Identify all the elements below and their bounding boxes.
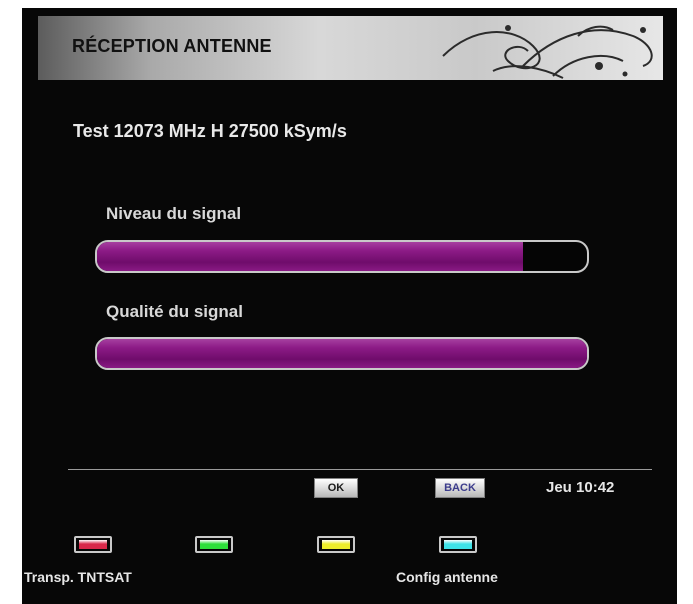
header-banner: RÉCEPTION ANTENNE xyxy=(38,16,663,80)
clock: Jeu 10:42 xyxy=(546,479,615,496)
cyan-button-label: Config antenne xyxy=(396,569,498,585)
yellow-button[interactable] xyxy=(317,536,355,553)
red-button[interactable] xyxy=(74,536,112,553)
yellow-button-color xyxy=(322,540,350,549)
transponder-info: Test 12073 MHz H 27500 kSym/s xyxy=(73,121,347,141)
green-button[interactable] xyxy=(195,536,233,553)
red-button-label: Transp. TNTSAT xyxy=(24,569,132,585)
red-button-color xyxy=(79,540,107,549)
signal-quality-bar xyxy=(95,337,589,370)
signal-quality-label: Qualité du signal xyxy=(106,302,243,321)
ok-key[interactable]: OK xyxy=(314,478,358,498)
tv-screen: RÉCEPTION ANTENNE Test 12073 MHz H 27500… xyxy=(22,8,677,604)
signal-level-bar xyxy=(95,240,589,273)
signal-level-label: Niveau du signal xyxy=(106,204,242,223)
page-title: RÉCEPTION ANTENNE xyxy=(72,36,272,56)
swirl-ornament-icon xyxy=(442,25,653,79)
green-button-color xyxy=(200,540,228,549)
cyan-button-color xyxy=(444,540,472,549)
footer-divider xyxy=(68,469,652,470)
cyan-button[interactable] xyxy=(439,536,477,553)
signal-quality-fill xyxy=(97,339,587,368)
back-key[interactable]: BACK xyxy=(435,478,485,498)
signal-level-fill xyxy=(97,242,524,271)
